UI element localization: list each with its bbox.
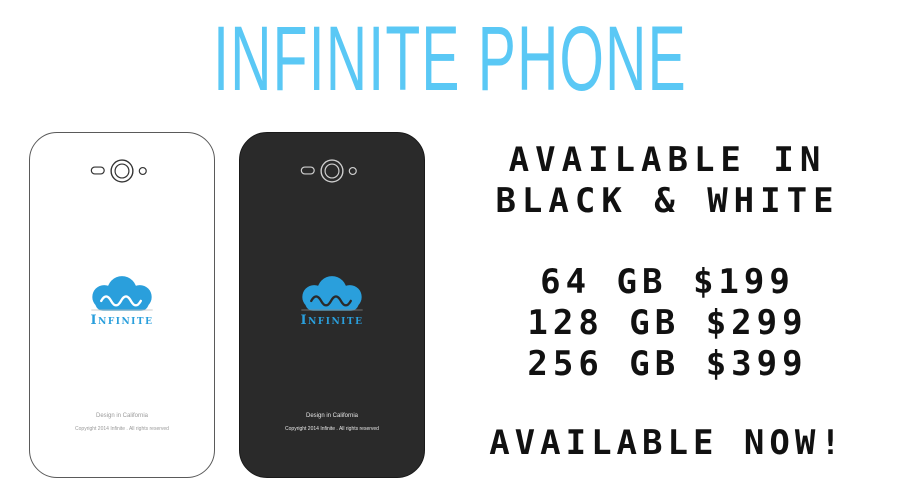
- availability-line-2: BLACK & WHITE: [495, 181, 840, 221]
- availability-line-1: AVAILABLE IN: [508, 140, 827, 180]
- cloud-logo-icon: [92, 276, 152, 311]
- logo-underline: [91, 309, 153, 311]
- brand-name: Infinite: [90, 313, 154, 328]
- camera-icon: [300, 159, 357, 183]
- cta-available-now: AVAILABLE NOW!: [489, 423, 846, 463]
- headline: INFINITE PHONE: [213, 8, 687, 110]
- price-256gb: 256 GB $399: [527, 344, 808, 384]
- camera-icon: [90, 159, 147, 183]
- copyright-text: Copyright 2014 Infinite . All rights res…: [285, 426, 379, 432]
- cloud-logo-icon: [302, 276, 362, 311]
- brand-name: Infinite: [300, 313, 364, 328]
- phone-black: Infinite Design in California Copyright …: [239, 132, 425, 478]
- copyright-text: Copyright 2014 Infinite . All rights res…: [75, 426, 169, 432]
- design-text: Design in California: [95, 413, 149, 419]
- logo-underline: [301, 309, 363, 311]
- phone-white: Infinite Design in California Copyright …: [29, 132, 215, 478]
- design-text: Design in California: [305, 413, 359, 419]
- price-128gb: 128 GB $299: [527, 303, 808, 343]
- price-64gb: 64 GB $199: [540, 262, 795, 302]
